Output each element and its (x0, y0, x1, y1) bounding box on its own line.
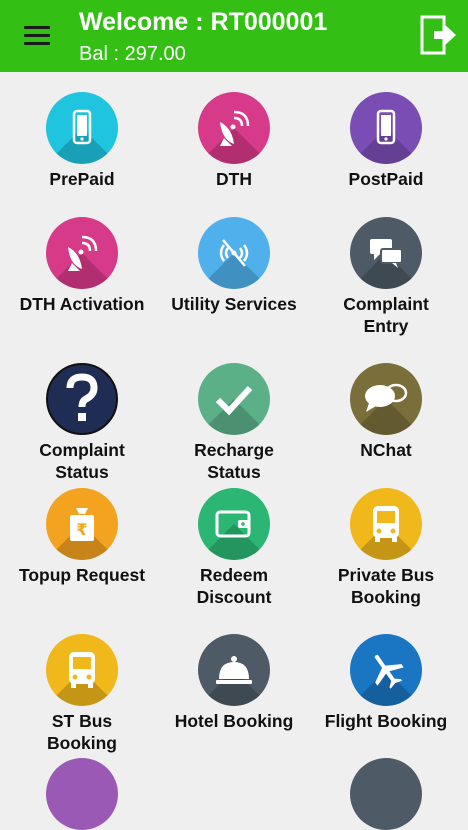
tile-flight-booking[interactable]: Flight Booking (308, 634, 464, 732)
satellite-dish-icon (220, 110, 250, 146)
dth-circle (198, 92, 270, 164)
bus-icon (373, 506, 399, 542)
prepaid-circle (46, 92, 118, 164)
tile-st-bus-booking[interactable]: ST Bus Booking (4, 634, 160, 754)
tile-prepaid[interactable]: PrePaid (4, 92, 160, 190)
chat-bubbles-icon (370, 239, 403, 268)
tile-label: Complaint Status (39, 440, 125, 482)
private-bus-circle (350, 488, 422, 560)
wallet-icon (215, 510, 251, 538)
redeem-discount-circle (198, 488, 270, 560)
question-mark-icon (66, 373, 98, 421)
tile-label: DTH (216, 169, 252, 189)
mobile-icon (72, 109, 92, 145)
tile-dth-activation[interactable]: DTH Activation (4, 217, 160, 315)
rupee-bag-icon: ₹ (70, 508, 94, 541)
recharge-status-circle (198, 363, 270, 435)
tile-label: NChat (360, 440, 412, 460)
tile-label: Topup Request (18, 565, 146, 585)
tile-label: Utility Services (171, 294, 297, 314)
utility-services-circle (198, 217, 270, 289)
tile-label: DTH Activation (19, 294, 145, 314)
tile-label: Flight Booking (324, 711, 448, 731)
tile-nchat[interactable]: NChat (308, 363, 464, 461)
satellite-dish-icon (68, 235, 98, 271)
balance-text: Bal : 297.00 (79, 43, 186, 65)
complaint-entry-circle (350, 217, 422, 289)
complaint-status-circle (46, 363, 118, 435)
tile-label: Complaint Entry (343, 294, 429, 336)
welcome-title: Welcome : RT000001 (79, 8, 328, 36)
hamburger-menu-icon[interactable] (24, 26, 50, 46)
dth-activation-circle (46, 217, 118, 289)
tile-label: Hotel Booking (174, 711, 294, 731)
bus-icon (69, 652, 95, 688)
tile-hotel-booking[interactable]: Hotel Booking (156, 634, 312, 732)
st-bus-circle (46, 634, 118, 706)
tile-postpaid[interactable]: PostPaid (308, 92, 464, 190)
tile-complaint-entry[interactable]: Complaint Entry (308, 217, 464, 337)
tile-topup-request[interactable]: ₹ Topup Request (4, 488, 160, 586)
chat-bubbles-icon (365, 383, 408, 412)
tile-private-bus-booking[interactable]: Private Bus Booking (308, 488, 464, 608)
partial-tile-circle[interactable] (350, 758, 422, 830)
tile-redeem-discount[interactable]: Redeem Discount (156, 488, 312, 608)
tile-label: Private Bus Booking (337, 565, 435, 607)
tile-label: Redeem Discount (196, 565, 272, 607)
tile-label: Recharge Status (194, 440, 274, 482)
app-header: Welcome : RT000001 Bal : 297.00 (0, 0, 468, 72)
partial-tile-circle[interactable] (46, 758, 118, 830)
topup-request-circle: ₹ (46, 488, 118, 560)
tile-utility-services[interactable]: Utility Services (156, 217, 312, 315)
flight-booking-circle (350, 634, 422, 706)
hotel-booking-circle (198, 634, 270, 706)
tile-label: PrePaid (49, 169, 115, 189)
postpaid-circle (350, 92, 422, 164)
tile-recharge-status[interactable]: Recharge Status (156, 363, 312, 483)
tile-dth[interactable]: DTH (156, 92, 312, 190)
service-bell-icon (216, 656, 252, 684)
svg-text:₹: ₹ (76, 520, 87, 539)
tile-label: PostPaid (348, 169, 424, 189)
tile-complaint-status[interactable]: Complaint Status (4, 363, 160, 483)
check-mark-icon (215, 385, 253, 416)
no-signal-icon (219, 239, 249, 267)
tile-label: ST Bus Booking (47, 711, 117, 753)
logout-icon[interactable] (420, 15, 458, 55)
mobile-icon (376, 109, 396, 145)
nchat-circle (350, 363, 422, 435)
airplane-icon (374, 654, 404, 689)
